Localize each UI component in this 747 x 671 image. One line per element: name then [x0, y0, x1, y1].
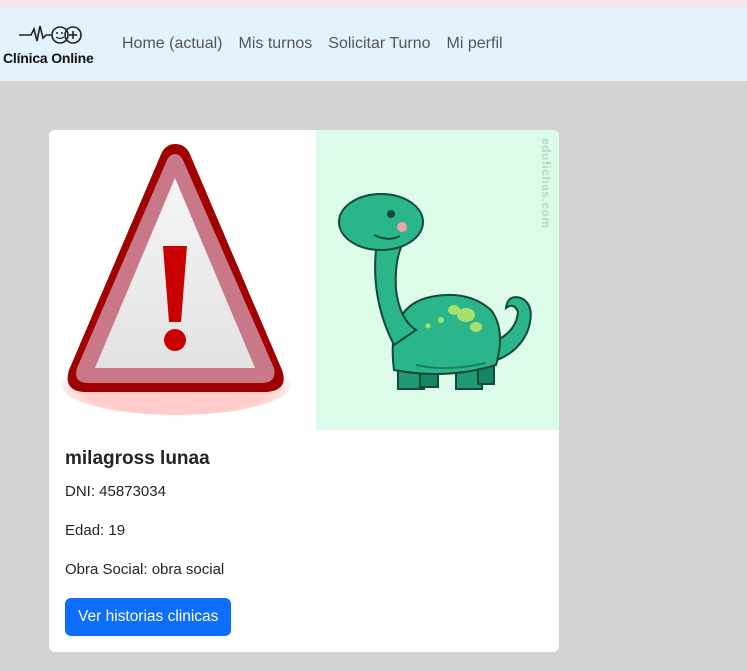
brand-text: Clínica Online	[3, 50, 94, 66]
clinic-logo-icon	[19, 25, 82, 44]
patient-dni: DNI: 45873034	[65, 483, 166, 500]
dinosaur-image: edufichas.com	[316, 130, 559, 430]
image-watermark: edufichas.com	[539, 138, 553, 229]
warning-icon	[61, 144, 291, 415]
brand-link[interactable]: Clínica Online	[3, 21, 103, 69]
patient-name: milagross lunaa	[65, 448, 210, 469]
top-strip	[0, 0, 747, 7]
patient-obra-social: Obra Social: obra social	[65, 561, 225, 578]
nav-links: Home (actual) Mis turnos Solicitar Turno…	[122, 35, 519, 53]
nav-link-solicitar-turno[interactable]: Solicitar Turno	[328, 35, 430, 53]
nav-link-mis-turnos[interactable]: Mis turnos	[238, 35, 312, 53]
nav-link-mi-perfil[interactable]: Mi perfil	[447, 35, 503, 53]
card-body: milagross lunaa DNI: 45873034 Edad: 19 O…	[65, 448, 543, 600]
navbar: Clínica Online Home (actual) Mis turnos …	[0, 7, 747, 81]
nav-link-home[interactable]: Home (actual)	[122, 35, 222, 53]
dinosaur-icon	[338, 193, 532, 390]
ver-historias-button[interactable]: Ver historias clinicas	[65, 598, 232, 636]
warning-image	[49, 130, 316, 430]
patient-age: Edad: 19	[65, 522, 126, 539]
patient-card: edufichas.com milagross lunaa DNI: 45873…	[49, 130, 559, 652]
